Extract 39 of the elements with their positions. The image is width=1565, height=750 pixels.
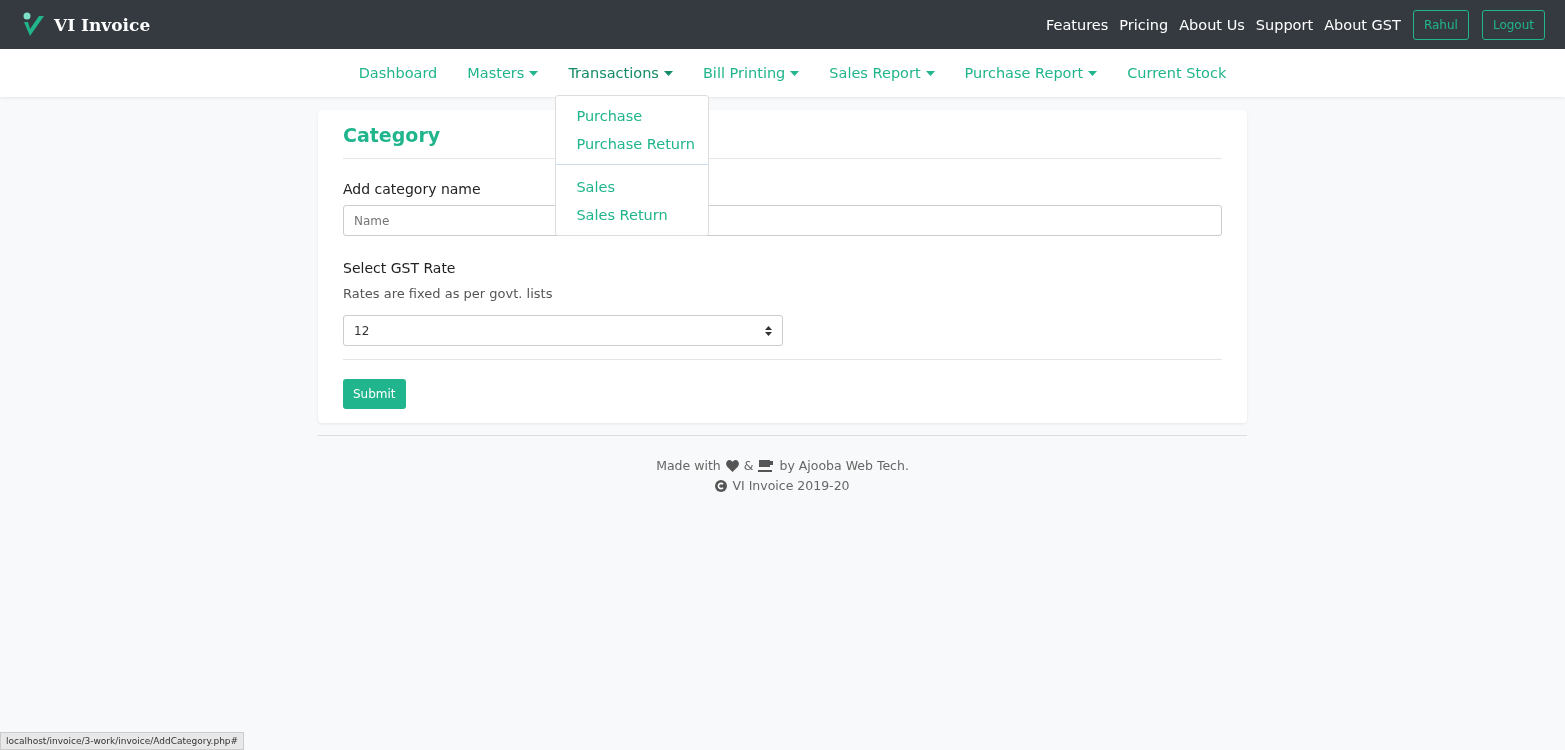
menu-item[interactable]: Dashboard (358, 65, 438, 81)
field-label: Add category name (343, 181, 481, 197)
nav-link[interactable]: Features (1045, 16, 1109, 33)
nav-link[interactable]: Pricing (1119, 16, 1169, 33)
gst-rate-select[interactable]: 12 (343, 315, 783, 346)
card-title: Category (343, 124, 441, 146)
footer-text: Made with (656, 458, 721, 473)
nav-link[interactable]: Support (1255, 16, 1314, 33)
field-label: Select GST Rate (343, 260, 456, 276)
caret-icon (529, 70, 539, 76)
heart-icon (725, 459, 739, 472)
caret-icon (1088, 70, 1098, 76)
footer-text: & (743, 458, 754, 473)
submit-button[interactable]: Submit (343, 379, 406, 409)
menu-item[interactable]: Transactions (568, 65, 673, 81)
nav-link[interactable]: About Us (1179, 16, 1245, 33)
caret-icon (663, 70, 673, 76)
coffee-cup-icon (758, 459, 775, 472)
menu-item[interactable]: Sales Report (829, 65, 935, 81)
menu-item[interactable]: Purchase Report (964, 65, 1098, 81)
outline-button[interactable]: Logout (1481, 9, 1545, 40)
menu-item[interactable]: Current Stock (1127, 65, 1227, 81)
logo-icon (22, 11, 46, 38)
outline-button[interactable]: Rahul (1412, 9, 1469, 40)
dropdown-item[interactable]: Purchase (556, 102, 709, 130)
dropdown-item[interactable]: Purchase Return (556, 130, 709, 158)
footer-text: by Ajooba Web Tech. (779, 458, 909, 473)
caret-icon (790, 70, 800, 76)
copyright-icon (715, 479, 728, 492)
updown-caret-icon (765, 325, 772, 336)
brand-name[interactable]: VI Invoice (54, 14, 151, 35)
status-url: localhost/invoice/3-work/invoice/AddCategory.php# (0, 732, 245, 750)
hint-text: Rates are fixed as per govt. lists (343, 286, 553, 301)
nav-link[interactable]: About GST (1324, 16, 1401, 33)
dropdown-item[interactable]: Sales (556, 173, 709, 201)
caret-icon (925, 70, 935, 76)
menu-item[interactable]: Bill Printing (702, 65, 800, 81)
menu-item[interactable]: Masters (467, 65, 539, 81)
copyright-text: VI Invoice 2019-20 (732, 478, 850, 493)
